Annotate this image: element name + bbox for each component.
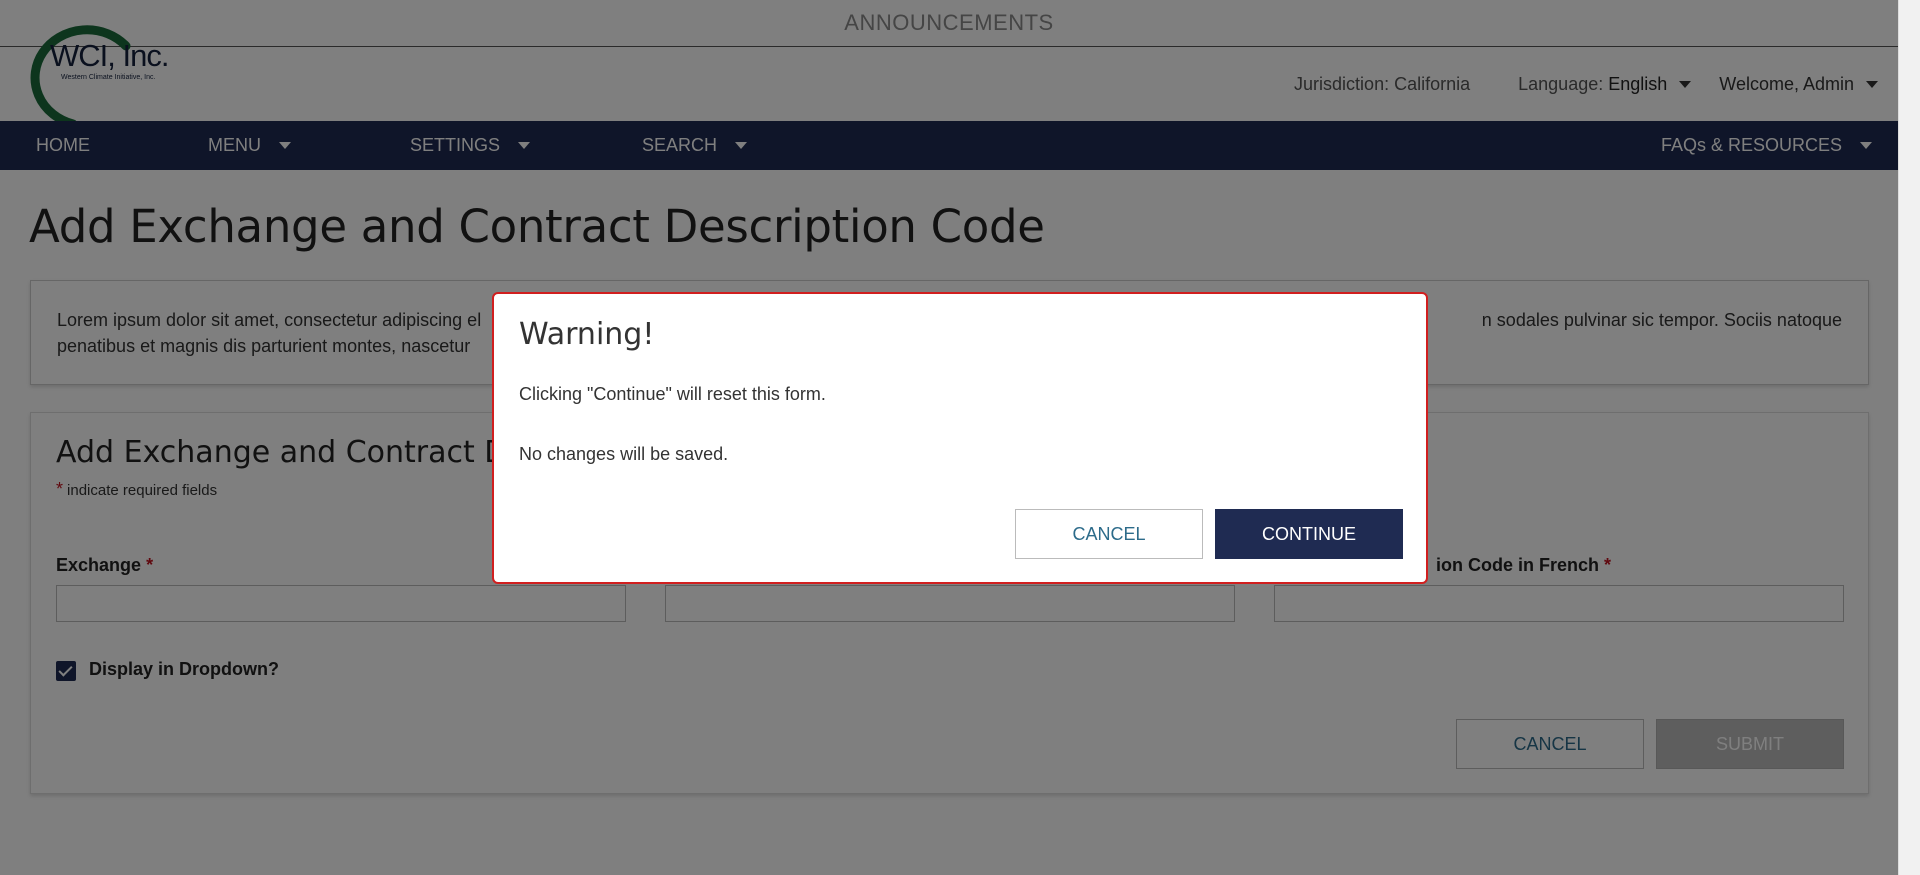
warning-modal: Warning! Clicking "Continue" will reset … — [492, 292, 1428, 584]
scrollbar[interactable] — [1898, 0, 1920, 875]
modal-note: No changes will be saved. — [519, 444, 729, 464]
modal-title: Warning! — [519, 317, 655, 352]
modal-cancel-button[interactable]: CANCEL — [1015, 509, 1203, 559]
continue-button[interactable]: CONTINUE — [1215, 509, 1403, 559]
modal-message: Clicking "Continue" will reset this form… — [519, 384, 826, 404]
